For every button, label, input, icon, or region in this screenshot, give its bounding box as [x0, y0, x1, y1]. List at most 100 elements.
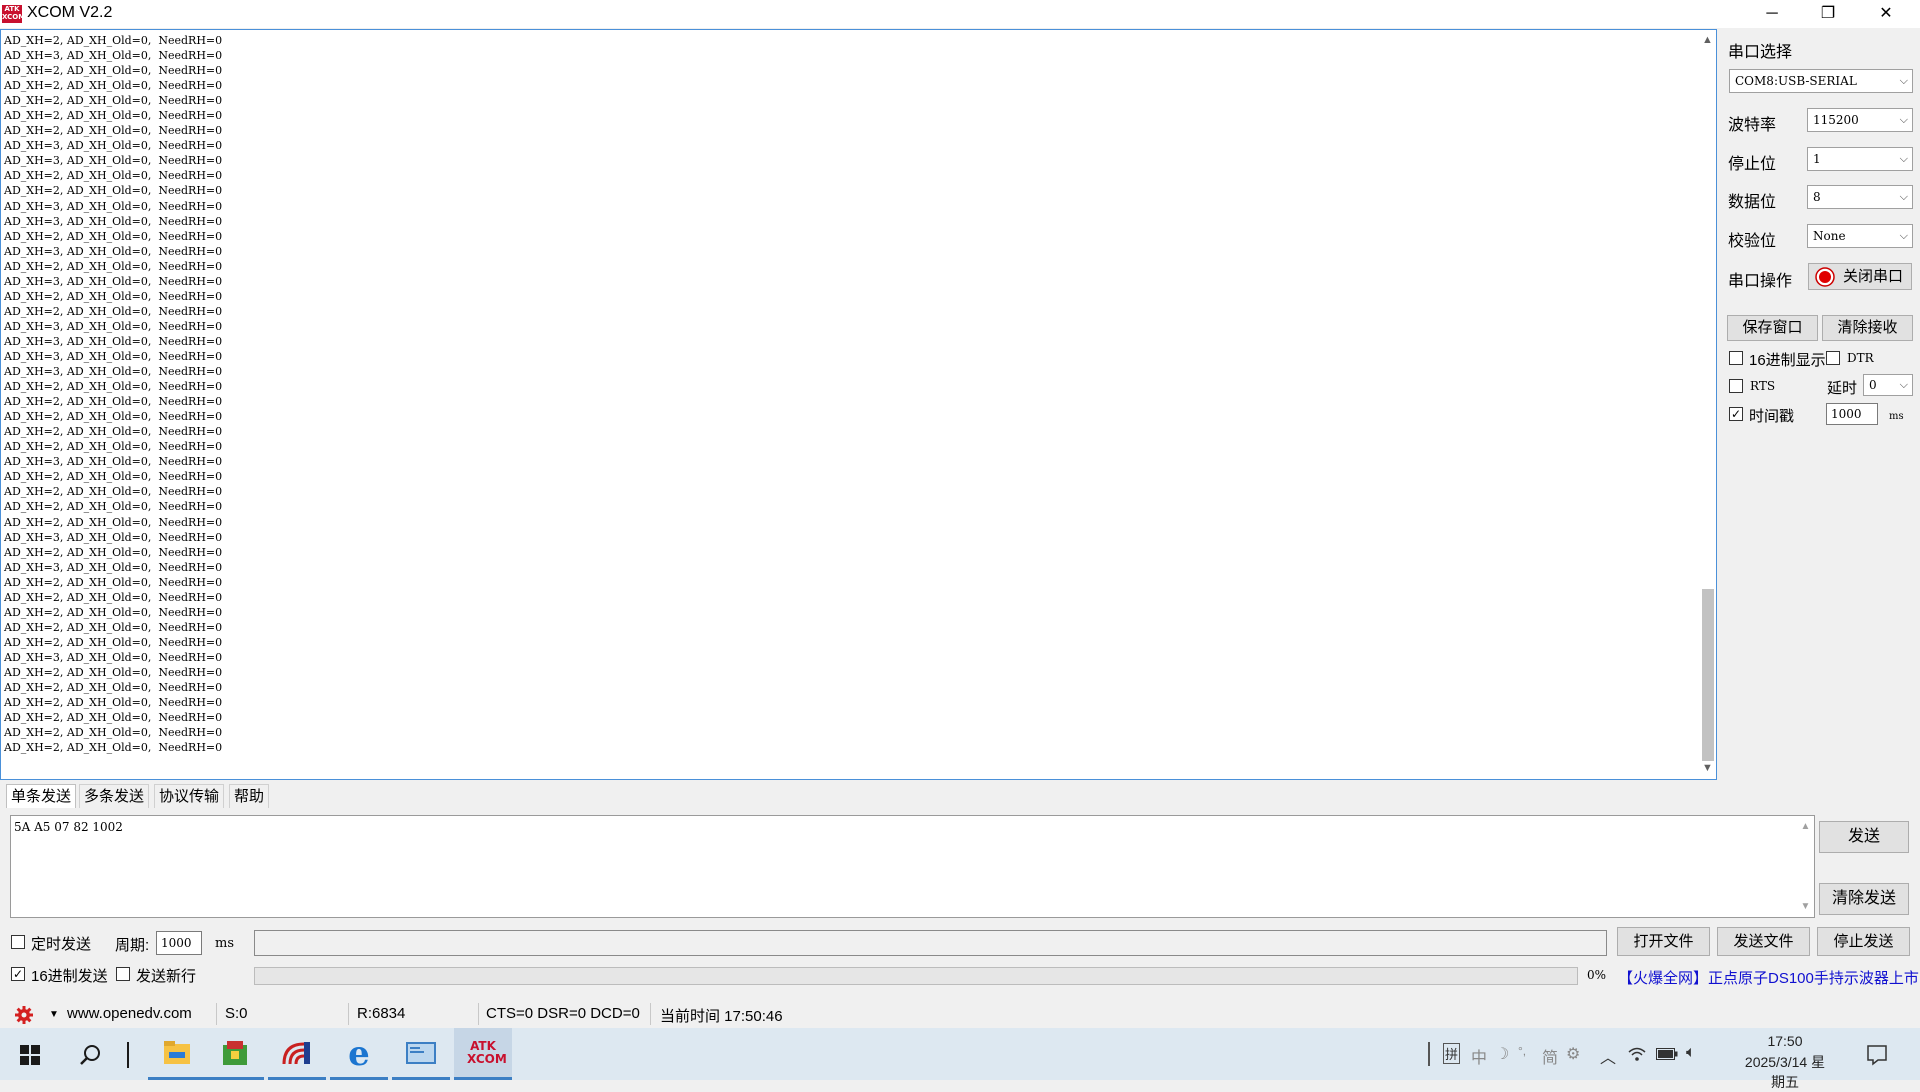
newline-checkbox[interactable]: [116, 967, 130, 981]
send-progress-bar: [254, 967, 1578, 985]
wifi-icon[interactable]: [1628, 1046, 1646, 1062]
receive-line: AD_XH=2, AD_XH_Old=0, NeedRH=0: [4, 304, 223, 318]
clock-date: 2025/3/14 星期五: [1744, 1054, 1826, 1090]
windows-start-icon[interactable]: [20, 1045, 40, 1065]
ad-link[interactable]: 【火爆全网】正点原子DS100手持示波器上市: [1618, 967, 1919, 988]
receive-line: AD_XH=2, AD_XH_Old=0, NeedRH=0: [4, 229, 223, 243]
chevron-down-icon: ⌵: [1899, 113, 1908, 126]
notifications-icon[interactable]: [1866, 1044, 1888, 1066]
receive-line: AD_XH=2, AD_XH_Old=0, NeedRH=0: [4, 395, 223, 409]
receive-line: AD_XH=2, AD_XH_Old=0, NeedRH=0: [4, 169, 223, 183]
receive-line: AD_XH=2, AD_XH_Old=0, NeedRH=0: [4, 289, 223, 303]
search-icon[interactable]: [80, 1044, 102, 1066]
scroll-down-icon[interactable]: ▼: [1699, 760, 1716, 777]
gear-icon[interactable]: [14, 1005, 34, 1025]
moon-icon[interactable]: ☽: [1495, 1044, 1509, 1064]
show-hidden-icons-chevron-icon[interactable]: ︿: [1600, 1044, 1616, 1068]
receive-line: AD_XH=2, AD_XH_Old=0, NeedRH=0: [4, 124, 223, 138]
receive-line: AD_XH=2, AD_XH_Old=0, NeedRH=0: [4, 485, 223, 499]
chevron-down-icon: ⌵: [1899, 74, 1908, 87]
clear-receive-button[interactable]: 清除接收: [1822, 315, 1913, 341]
parity-select[interactable]: None ⌵: [1807, 224, 1913, 248]
send-textarea[interactable]: 5A A5 07 82 1002 ▲ ▼: [10, 815, 1815, 918]
scrollbar-thumb[interactable]: [1702, 589, 1714, 761]
receive-line: AD_XH=2, AD_XH_Old=0, NeedRH=0: [4, 79, 223, 93]
baud-select[interactable]: 115200 ⌵: [1807, 108, 1913, 132]
timestamp-unit: ms: [1889, 411, 1904, 422]
receive-scrollbar[interactable]: ▲ ▼: [1699, 30, 1716, 779]
port-select[interactable]: COM8:USB-SERIAL ⌵: [1729, 69, 1913, 93]
receive-textarea[interactable]: AD_XH=2, AD_XH_Old=0, NeedRH=0 AD_XH=3, A…: [0, 29, 1717, 780]
file-path-field: [254, 930, 1607, 956]
app-red-stripes-icon[interactable]: [268, 1028, 326, 1080]
clear-send-button[interactable]: 清除发送: [1819, 883, 1909, 915]
receive-line: AD_XH=2, AD_XH_Old=0, NeedRH=0: [4, 425, 223, 439]
send-text: 5A A5 07 82 1002: [14, 820, 123, 834]
website-link[interactable]: www.openedv.com: [67, 1005, 192, 1022]
battery-icon[interactable]: [1656, 1048, 1678, 1060]
close-port-button[interactable]: 关闭串口: [1808, 263, 1912, 290]
ime-simplified-indicator[interactable]: 简: [1542, 1044, 1558, 1068]
close-button[interactable]: ✕: [1858, 0, 1914, 28]
receive-line: AD_XH=2, AD_XH_Old=0, NeedRH=0: [4, 545, 223, 559]
punctuation-icon[interactable]: °,: [1518, 1044, 1526, 1058]
rts-checkbox[interactable]: [1729, 379, 1743, 393]
receive-line: AD_XH=3, AD_XH_Old=0, NeedRH=0: [4, 349, 223, 363]
hex-send-checkbox[interactable]: ✓: [11, 967, 25, 981]
ime-chinese-indicator[interactable]: 中: [1471, 1044, 1487, 1068]
dtr-checkbox[interactable]: [1826, 351, 1840, 365]
app-window-icon[interactable]: [392, 1028, 450, 1080]
hex-display-checkbox[interactable]: [1729, 351, 1743, 365]
databits-select[interactable]: 8 ⌵: [1807, 185, 1913, 209]
edge-browser-icon[interactable]: e: [330, 1028, 388, 1080]
receive-line: AD_XH=2, AD_XH_Old=0, NeedRH=0: [4, 696, 223, 710]
ime-settings-icon[interactable]: ⚙: [1566, 1044, 1580, 1064]
receive-line: AD_XH=3, AD_XH_Old=0, NeedRH=0: [4, 244, 223, 258]
timestamp-checkbox[interactable]: ✓: [1729, 407, 1743, 421]
scroll-up-icon[interactable]: ▲: [1699, 32, 1716, 49]
receive-line: AD_XH=2, AD_XH_Old=0, NeedRH=0: [4, 184, 223, 198]
title-bar: ATK XCOM XCOM V2.2 ─ ❐ ✕: [0, 0, 1920, 28]
parity-select-value: None: [1813, 229, 1846, 243]
receive-line: AD_XH=2, AD_XH_Old=0, NeedRH=0: [4, 259, 223, 273]
receive-line: AD_XH=3, AD_XH_Old=0, NeedRH=0: [4, 319, 223, 333]
open-file-button[interactable]: 打开文件: [1617, 927, 1710, 956]
save-window-button[interactable]: 保存窗口: [1727, 315, 1818, 341]
timed-send-label: 定时发送: [31, 936, 92, 953]
gear-menu-chevron-icon[interactable]: ▼: [49, 1009, 59, 1020]
ime-pinyin-indicator[interactable]: 拼: [1443, 1043, 1461, 1064]
timestamp-input[interactable]: 1000: [1826, 403, 1878, 425]
current-time: 当前时间 17:50:46: [660, 1008, 783, 1025]
scroll-down-icon[interactable]: ▼: [1797, 898, 1814, 915]
dtr-label: DTR: [1847, 351, 1874, 365]
xcom-taskbar-icon[interactable]: ATK XCOM: [454, 1028, 512, 1080]
receive-line: AD_XH=2, AD_XH_Old=0, NeedRH=0: [4, 711, 223, 725]
volume-icon[interactable]: 🔈︎: [1686, 1044, 1696, 1062]
taskbar-clock[interactable]: 17:50 2025/3/14 星期五: [1740, 1033, 1830, 1092]
timed-send-checkbox[interactable]: [11, 935, 25, 949]
sent-count: S:0: [225, 1005, 248, 1022]
minimize-button[interactable]: ─: [1744, 0, 1800, 28]
restore-button[interactable]: ❐: [1800, 0, 1856, 28]
send-file-button[interactable]: 发送文件: [1717, 927, 1810, 956]
app-green-icon[interactable]: [206, 1028, 264, 1080]
receive-line: AD_XH=2, AD_XH_Old=0, NeedRH=0: [4, 380, 223, 394]
stop-send-button[interactable]: 停止发送: [1817, 927, 1910, 956]
file-explorer-icon[interactable]: [148, 1028, 206, 1080]
stopbits-label: 停止位: [1728, 156, 1777, 173]
delay-select[interactable]: 0 ⌵: [1863, 374, 1913, 396]
status-divider: [348, 1003, 349, 1025]
receive-line: AD_XH=3, AD_XH_Old=0, NeedRH=0: [4, 199, 223, 213]
period-input[interactable]: 1000: [156, 931, 202, 955]
stopbits-select[interactable]: 1 ⌵: [1807, 147, 1913, 171]
tab-single-send[interactable]: 单条发送: [6, 784, 77, 808]
send-scrollbar[interactable]: ▲ ▼: [1797, 816, 1814, 917]
tab-help[interactable]: 帮助: [229, 784, 270, 808]
tab-multi-send[interactable]: 多条发送: [79, 784, 150, 808]
receive-line: AD_XH=3, AD_XH_Old=0, NeedRH=0: [4, 560, 223, 574]
scroll-up-icon[interactable]: ▲: [1797, 818, 1814, 835]
task-view-icon[interactable]: [127, 1042, 129, 1068]
receive-line: AD_XH=2, AD_XH_Old=0, NeedRH=0: [4, 94, 223, 108]
tab-protocol[interactable]: 协议传输: [154, 784, 225, 808]
send-button[interactable]: 发送: [1819, 821, 1909, 853]
